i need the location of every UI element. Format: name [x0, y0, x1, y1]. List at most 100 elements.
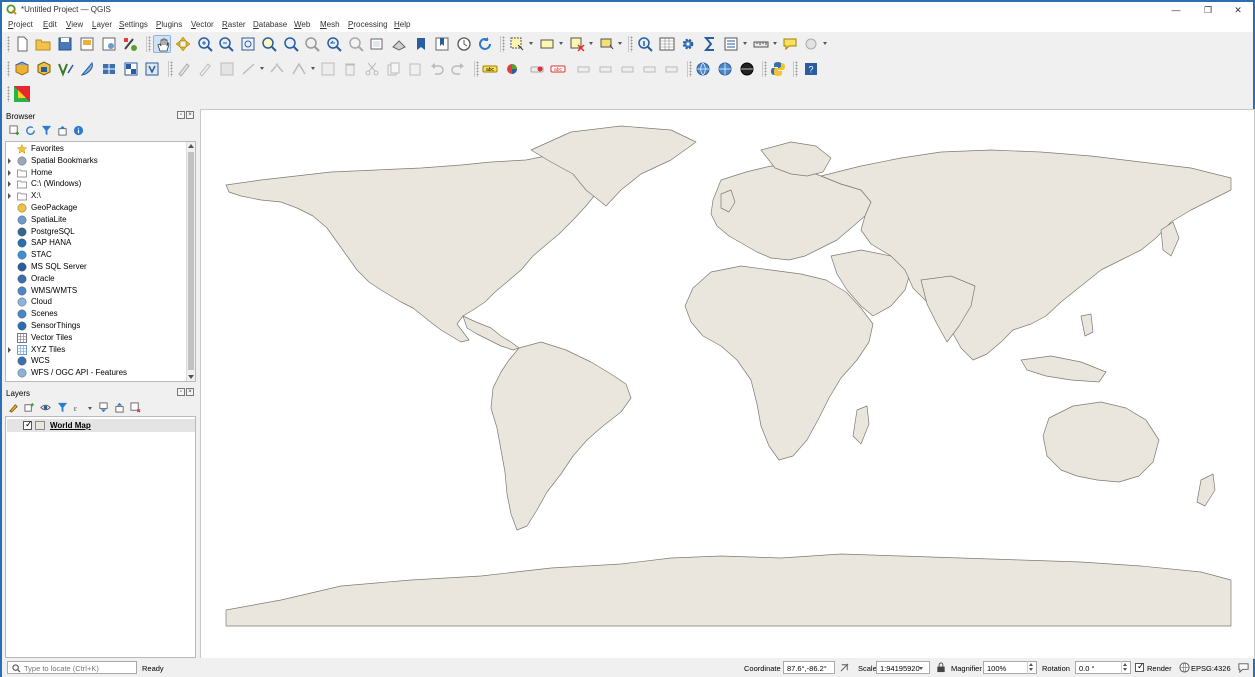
processing-toolbox-button[interactable] — [679, 35, 697, 53]
annotation-button[interactable] — [802, 35, 820, 53]
toolbar-grip[interactable] — [795, 61, 798, 77]
identify-features-button[interactable] — [636, 35, 654, 53]
undo-button[interactable] — [428, 60, 446, 78]
expand-arrow-icon[interactable] — [8, 346, 11, 353]
refresh-button[interactable] — [476, 35, 494, 53]
pin-unpin-labels-button[interactable] — [575, 60, 593, 78]
menu-project[interactable]: Project — [8, 20, 33, 29]
save-edits-button[interactable] — [218, 60, 236, 78]
add-spatialite-layer-button[interactable] — [78, 60, 96, 78]
browser-item[interactable]: GeoPackage — [6, 202, 188, 214]
browser-item[interactable]: X:\ — [6, 190, 188, 202]
select-by-value-button[interactable] — [538, 35, 556, 53]
save-project-button[interactable] — [56, 35, 74, 53]
browser-item[interactable]: XYZ Tiles — [6, 344, 188, 356]
data-source-manager-button[interactable] — [13, 60, 31, 78]
menu-web[interactable]: Web — [294, 20, 310, 29]
dropdown-arrow[interactable] — [589, 42, 593, 45]
select-features-button[interactable] — [508, 35, 526, 53]
menu-view[interactable]: View — [66, 20, 83, 29]
redo-button[interactable] — [449, 60, 467, 78]
locator-search-input[interactable]: Type to locate (Ctrl+K) — [7, 661, 137, 674]
close-panel-icon[interactable]: × — [186, 388, 194, 396]
delete-selected-button[interactable] — [341, 60, 359, 78]
dropdown-arrow[interactable] — [559, 42, 563, 45]
zoom-to-selection-button[interactable] — [260, 35, 278, 53]
toolbar-grip[interactable] — [7, 61, 10, 77]
add-raster-layer-button[interactable] — [122, 60, 140, 78]
rotate-label-button[interactable] — [641, 60, 659, 78]
show-hide-labels-button[interactable] — [597, 60, 615, 78]
add-group-icon[interactable] — [24, 402, 35, 413]
dropdown-arrow[interactable] — [618, 42, 622, 45]
zoom-last-button[interactable] — [325, 35, 343, 53]
toolbar-grip[interactable] — [689, 61, 692, 77]
statistical-summary-button[interactable] — [701, 35, 719, 53]
dropdown-arrow[interactable] — [88, 407, 92, 410]
layer-visibility-checkbox[interactable]: ✓ — [23, 419, 33, 430]
change-label-button[interactable] — [663, 60, 681, 78]
info-icon[interactable] — [73, 125, 84, 136]
browser-item[interactable]: SensorThings — [6, 320, 188, 332]
browser-item[interactable]: PostgreSQL — [6, 226, 188, 238]
float-panel-icon[interactable]: ▫ — [177, 388, 185, 396]
scroll-thumb[interactable] — [188, 152, 194, 370]
menu-vector[interactable]: Vector — [191, 20, 214, 29]
browser-item[interactable]: Favorites — [6, 143, 188, 155]
layer-styling-icon[interactable] — [8, 402, 19, 413]
new-map-view-button[interactable] — [368, 35, 386, 53]
browser-item[interactable]: WCS — [6, 355, 188, 367]
paste-features-button[interactable] — [406, 60, 424, 78]
zoom-full-button[interactable] — [239, 35, 257, 53]
cut-features-button[interactable] — [363, 60, 381, 78]
select-location-button[interactable] — [598, 35, 616, 53]
zoom-next-button[interactable] — [347, 35, 365, 53]
toggle-extents-icon[interactable] — [839, 662, 850, 673]
measure-line-button[interactable] — [752, 35, 770, 53]
menu-layer[interactable]: Layer — [92, 20, 112, 29]
add-mesh-layer-button[interactable] — [100, 60, 118, 78]
move-label-button[interactable] — [619, 60, 637, 78]
layout-manager-button[interactable] — [100, 35, 118, 53]
toolbar-grip[interactable] — [170, 61, 173, 77]
temporal-controller-button[interactable] — [455, 35, 473, 53]
crs-label[interactable]: EPSG:4326 — [1191, 664, 1231, 673]
expand-arrow-icon[interactable] — [8, 169, 11, 176]
new-bookmark-button[interactable] — [412, 35, 430, 53]
show-bookmarks-button[interactable] — [433, 35, 451, 53]
eye-icon[interactable] — [40, 402, 51, 413]
python-console-button[interactable] — [769, 60, 787, 78]
toggle-editing-button[interactable] — [196, 60, 214, 78]
toolbar-grip[interactable] — [476, 61, 479, 77]
expand-all-icon[interactable] — [98, 402, 109, 413]
layer-labeling-button[interactable]: abc — [481, 60, 499, 78]
messages-icon[interactable] — [1238, 662, 1249, 673]
dropdown-arrow[interactable] — [773, 42, 777, 45]
dropdown-arrow[interactable] — [311, 67, 315, 70]
copy-features-button[interactable] — [384, 60, 402, 78]
toolbar-grip[interactable] — [7, 86, 10, 102]
maximize-button[interactable]: ❐ — [1192, 3, 1224, 17]
dropdown-arrow[interactable] — [823, 42, 827, 45]
menu-processing[interactable]: Processing — [348, 20, 388, 29]
layer-diagram-button[interactable] — [503, 60, 521, 78]
plugin-tool-button[interactable] — [13, 85, 31, 103]
scroll-down-icon[interactable] — [188, 375, 194, 379]
browser-item[interactable]: C:\ (Windows) — [6, 178, 188, 190]
browser-scrollbar[interactable] — [186, 142, 195, 381]
new-project-button[interactable] — [13, 35, 31, 53]
deselect-all-button[interactable] — [568, 35, 586, 53]
browser-item[interactable]: Home — [6, 167, 188, 179]
browser-item[interactable]: SAP HANA — [6, 237, 188, 249]
crs-globe-icon[interactable] — [1179, 662, 1190, 673]
filter-expression-icon[interactable]: ε — [73, 402, 86, 413]
toolbar-grip[interactable] — [502, 36, 505, 52]
add-layer-icon[interactable] — [9, 125, 20, 136]
refresh-icon[interactable] — [25, 125, 36, 136]
expand-arrow-icon[interactable] — [8, 193, 11, 200]
browser-item[interactable]: Vector Tiles — [6, 332, 188, 344]
add-wfs-layer-button[interactable] — [738, 60, 756, 78]
toggle-label-display-button[interactable]: abc — [549, 60, 567, 78]
open-field-calculator-button[interactable] — [722, 35, 740, 53]
browser-item[interactable]: MS SQL Server — [6, 261, 188, 273]
